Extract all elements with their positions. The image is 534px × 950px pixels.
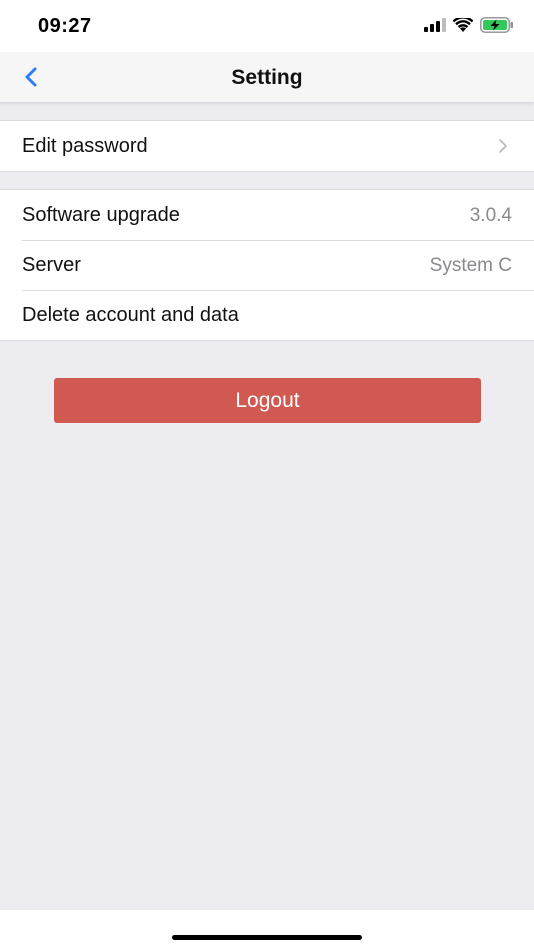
logout-button[interactable]: Logout bbox=[54, 378, 481, 423]
delete-account-row[interactable]: Delete account and data bbox=[0, 290, 534, 340]
status-bar: 09:27 bbox=[0, 0, 534, 52]
software-upgrade-row[interactable]: Software upgrade 3.0.4 bbox=[0, 190, 534, 240]
signal-icon bbox=[424, 18, 446, 32]
settings-screen: 09:27 Setting Edit password Software upg… bbox=[0, 0, 534, 950]
row-label: Delete account and data bbox=[22, 304, 239, 326]
server-row[interactable]: Server System C bbox=[0, 240, 534, 290]
settings-group-account: Edit password bbox=[0, 120, 534, 172]
server-value: System C bbox=[429, 255, 512, 276]
home-indicator-area bbox=[0, 910, 534, 950]
status-icons bbox=[424, 17, 514, 33]
row-label: Software upgrade bbox=[22, 204, 180, 226]
wifi-icon bbox=[453, 17, 473, 32]
row-label: Edit password bbox=[22, 135, 148, 157]
version-value: 3.0.4 bbox=[469, 205, 512, 226]
chevron-right-icon bbox=[499, 139, 507, 153]
row-label: Server bbox=[22, 254, 81, 276]
navigation-bar: Setting bbox=[0, 52, 534, 103]
settings-group-app: Software upgrade 3.0.4 Server System C D… bbox=[0, 189, 534, 341]
page-title: Setting bbox=[231, 66, 303, 89]
edit-password-row[interactable]: Edit password bbox=[0, 121, 534, 171]
home-indicator[interactable] bbox=[172, 935, 362, 940]
status-time: 09:27 bbox=[38, 15, 92, 37]
battery-charging-icon bbox=[480, 17, 513, 33]
